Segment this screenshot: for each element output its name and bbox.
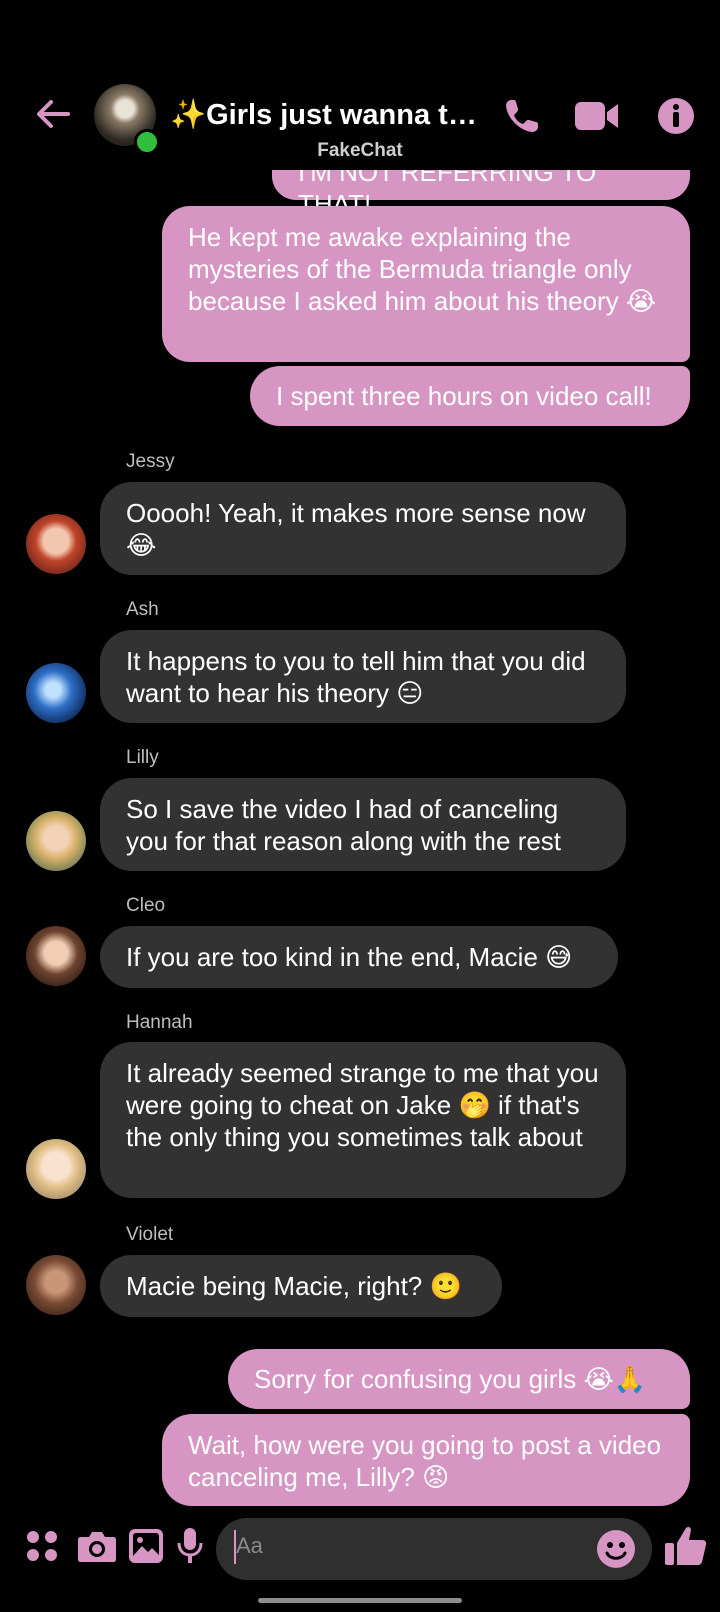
sender-name: Jessy: [126, 451, 175, 472]
microphone-icon[interactable]: [176, 1527, 204, 1565]
apps-grid-icon[interactable]: [24, 1528, 60, 1564]
avatar[interactable]: [26, 811, 86, 871]
message-input[interactable]: [216, 1518, 652, 1580]
home-indicator[interactable]: [258, 1598, 462, 1603]
message-bubble-incoming[interactable]: So I save the video I had of canceling y…: [100, 778, 626, 871]
sender-name: Lilly: [126, 747, 159, 768]
avatar[interactable]: [26, 1139, 86, 1199]
sender-name: Violet: [126, 1224, 174, 1245]
avatar[interactable]: [26, 663, 86, 723]
message-bubble-incoming[interactable]: If you are too kind in the end, Macie 😅: [100, 926, 618, 988]
message-list[interactable]: I'M NOT REFERRING TO THAT! He kept me aw…: [0, 0, 720, 1510]
back-arrow-icon[interactable]: [34, 96, 70, 132]
chat-title[interactable]: ✨Girls just wanna to h...: [170, 98, 492, 132]
video-camera-icon[interactable]: [574, 99, 620, 133]
avatar[interactable]: [26, 514, 86, 574]
chat-subtitle: FakeChat: [317, 140, 403, 161]
message-bubble-outgoing[interactable]: Sorry for confusing you girls 😭🙏: [228, 1349, 690, 1409]
message-bubble-incoming[interactable]: Macie being Macie, right? 🙂: [100, 1255, 502, 1317]
phone-icon[interactable]: [502, 96, 542, 136]
avatar[interactable]: [26, 926, 86, 986]
camera-icon[interactable]: [77, 1528, 117, 1564]
message-bubble-incoming[interactable]: It happens to you to tell him that you d…: [100, 630, 626, 723]
sender-name: Hannah: [126, 1012, 193, 1033]
message-bubble-outgoing[interactable]: He kept me awake explaining the mysterie…: [162, 206, 690, 362]
message-bubble-incoming[interactable]: It already seemed strange to me that you…: [100, 1042, 626, 1198]
info-icon[interactable]: [656, 96, 696, 136]
message-bubble-incoming[interactable]: Ooooh! Yeah, it makes more sense now 😂: [100, 482, 626, 575]
gallery-icon[interactable]: [128, 1528, 164, 1564]
sender-name: Ash: [126, 599, 159, 620]
emoji-icon[interactable]: [596, 1529, 636, 1569]
avatar[interactable]: [26, 1255, 86, 1315]
message-bubble-outgoing[interactable]: I spent three hours on video call!: [250, 366, 690, 426]
message-input-placeholder: Aa: [236, 1533, 263, 1558]
chat-header: ✨Girls just wanna to h... FakeChat: [0, 0, 720, 170]
message-bubble-outgoing[interactable]: Wait, how were you going to post a video…: [162, 1414, 690, 1506]
sender-name: Cleo: [126, 895, 166, 916]
thumbs-up-icon[interactable]: [664, 1524, 708, 1568]
